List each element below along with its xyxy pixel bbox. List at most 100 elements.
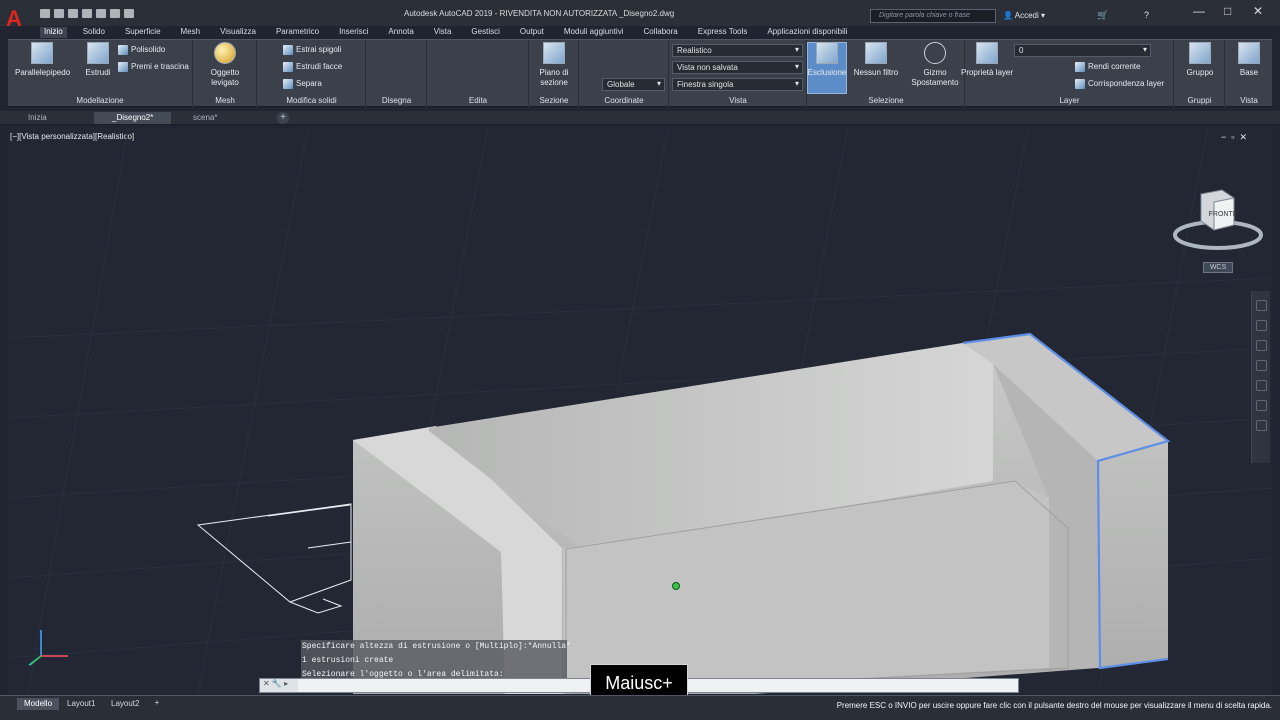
minimize-button[interactable]: — (1193, 4, 1205, 18)
panel-title-modifica-solidi[interactable]: Modifica solidi (258, 96, 365, 105)
panel-title-mesh: Mesh (215, 96, 235, 105)
move-gizmo-icon (924, 42, 946, 64)
viewport-config-dropdown[interactable]: Finestra singola (672, 78, 803, 91)
cart-icon[interactable]: 🛒 (1097, 10, 1108, 21)
tab-express-tools[interactable]: Express Tools (694, 27, 752, 38)
tab-moduli[interactable]: Moduli aggiuntivi (560, 27, 628, 38)
rendi-corrente-button[interactable]: Rendi corrente (1075, 62, 1140, 75)
print-icon[interactable] (96, 9, 106, 18)
parallelepipedo-button[interactable]: Parallelepipedo (15, 42, 70, 78)
navigation-bar[interactable] (1251, 291, 1270, 463)
panel-vista-base: Base Vista (1226, 40, 1272, 108)
panel-gruppi: Gruppo Gruppi (1175, 40, 1225, 108)
visual-style-dropdown[interactable]: Realistico (672, 44, 803, 57)
tab-visualizza[interactable]: Visualizza (216, 27, 260, 38)
panel-title-vista[interactable]: Vista (670, 96, 806, 105)
panel-title-layer[interactable]: Layer (966, 96, 1173, 105)
undo-icon[interactable] (110, 9, 120, 18)
panel-title-gruppi[interactable]: Gruppi (1175, 96, 1224, 105)
base-view-icon (1238, 42, 1260, 64)
base-button[interactable]: Base (1222, 42, 1276, 78)
file-tabs[interactable]: Inizia _Disegno2* scena* + (0, 111, 1280, 125)
tab-annota[interactable]: Annota (384, 27, 417, 38)
panel-selezione: Esclusione Nessun filtro Gizmo Spostamen… (807, 40, 965, 108)
tab-mesh[interactable]: Mesh (177, 27, 205, 38)
gruppo-button[interactable]: Gruppo (1173, 42, 1227, 78)
view-dropdown[interactable]: Vista non salvata (672, 61, 803, 74)
oggetto-levigato-button[interactable]: Oggetto levigato (198, 42, 252, 88)
redo-icon[interactable] (124, 9, 134, 18)
save-as-icon[interactable] (82, 9, 92, 18)
group-icon (1189, 42, 1211, 64)
esclusione-button[interactable]: Esclusione (800, 42, 854, 78)
command-line-tools[interactable]: ✕ 🔧 ▸ (260, 679, 298, 692)
estrudi-facce-button[interactable]: Estrudi facce (283, 62, 342, 75)
tab-modello[interactable]: Modello (17, 698, 60, 710)
panel-title-sezione[interactable]: Sezione (530, 96, 578, 105)
gizmo-button[interactable]: Gizmo Spostamento (908, 42, 962, 88)
tab-layout2[interactable]: Layout2 (104, 698, 146, 710)
save-icon[interactable] (68, 9, 78, 18)
tab-superficie[interactable]: Superficie (121, 27, 165, 38)
drawing-viewport[interactable]: [−][Vista personalizzata][Realistico] −▫… (8, 128, 1272, 694)
ucs-dropdown[interactable]: Globale (602, 78, 665, 91)
estrai-spigoli-button[interactable]: Estrai spigoli (283, 45, 341, 58)
corrispondenza-layer-button[interactable]: Corrispondenza layer (1075, 79, 1164, 92)
extrude-faces-icon (283, 62, 293, 72)
status-bar: Modello Layout1 Layout2 + Premere ESC o … (0, 695, 1280, 720)
account-label: Accedi (1014, 11, 1039, 20)
file-tab-disegno2[interactable]: _Disegno2* (94, 112, 172, 124)
nessun-filtro-button[interactable]: Nessun filtro (849, 42, 903, 78)
tab-layout1[interactable]: Layout1 (60, 698, 102, 710)
tab-parametrico[interactable]: Parametrico (272, 27, 323, 38)
open-icon[interactable] (54, 9, 64, 18)
title-bar: A Autodesk AutoCAD 2019 - RIVENDITA NON … (0, 0, 1280, 31)
file-tab-scena[interactable]: scena* (175, 112, 235, 124)
new-tab-button[interactable]: + (277, 112, 289, 124)
help-icon[interactable]: ? (1144, 10, 1149, 20)
ucs-icon (28, 630, 68, 666)
tab-output[interactable]: Output (516, 27, 548, 38)
file-tab-inizia[interactable]: Inizia (10, 112, 65, 124)
layer-properties-icon (976, 42, 998, 64)
viewcube[interactable]: FRONTE (1173, 189, 1263, 250)
close-button[interactable]: ✕ (1253, 4, 1263, 18)
search-input[interactable]: Digitare parola chiave o frase (870, 9, 996, 23)
selection-grip[interactable] (672, 582, 680, 590)
autocad-logo[interactable]: A (6, 6, 32, 32)
panel-title-disegna[interactable]: Disegna (367, 96, 426, 105)
panel-title-edita[interactable]: Edita (428, 96, 528, 105)
make-current-icon (1075, 62, 1085, 72)
estrudi-button[interactable]: Estrudi (71, 42, 125, 78)
tab-gestisci[interactable]: Gestisci (467, 27, 503, 38)
tab-inizio[interactable]: Inizio (40, 27, 67, 38)
ribbon-tabs[interactable]: Inizio Solido Superficie Mesh Visualizza… (40, 27, 851, 38)
premi-trascina-button[interactable]: Premi e trascina (118, 62, 189, 75)
account-button[interactable]: 👤 Accedi ▾ (1003, 11, 1091, 23)
tab-vista[interactable]: Vista (430, 27, 456, 38)
maximize-button[interactable]: □ (1224, 4, 1231, 18)
panel-edita: Edita (428, 40, 529, 108)
separa-button[interactable]: Separa (283, 79, 322, 92)
tab-applicazioni[interactable]: Applicazioni disponibili (763, 27, 851, 38)
panel-title-modellazione[interactable]: Modellazione (8, 96, 192, 105)
new-icon[interactable] (40, 9, 50, 18)
tab-collabora[interactable]: Collabora (639, 27, 681, 38)
proprieta-layer-button[interactable]: Proprietà layer (960, 42, 1014, 78)
polisolido-button[interactable]: Polisolido (118, 45, 165, 58)
panel-title-coordinate[interactable]: Coordinate (580, 96, 668, 105)
add-layout-button[interactable]: + (151, 698, 163, 710)
wcs-label[interactable]: WCS (1203, 262, 1233, 273)
section-plane-icon (543, 42, 565, 64)
layer-dropdown[interactable]: 0 (1014, 44, 1151, 57)
quick-access-toolbar[interactable] (40, 9, 134, 18)
tab-inserisci[interactable]: Inserisci (335, 27, 372, 38)
panel-vista: Realistico Vista non salvata Finestra si… (670, 40, 807, 108)
tab-solido[interactable]: Solido (79, 27, 109, 38)
panel-mesh: Oggetto levigato Mesh (194, 40, 257, 108)
ribbon: Parallelepipedo Estrudi Polisolido Premi… (8, 39, 1272, 108)
panel-title-vista-base[interactable]: Vista (1226, 96, 1272, 105)
command-history: Specificare altezza di estrusione o [Mul… (301, 640, 571, 682)
3d-scene[interactable]: FRONTE (8, 128, 1272, 694)
piano-sezione-button[interactable]: Piano di sezione (527, 42, 581, 88)
